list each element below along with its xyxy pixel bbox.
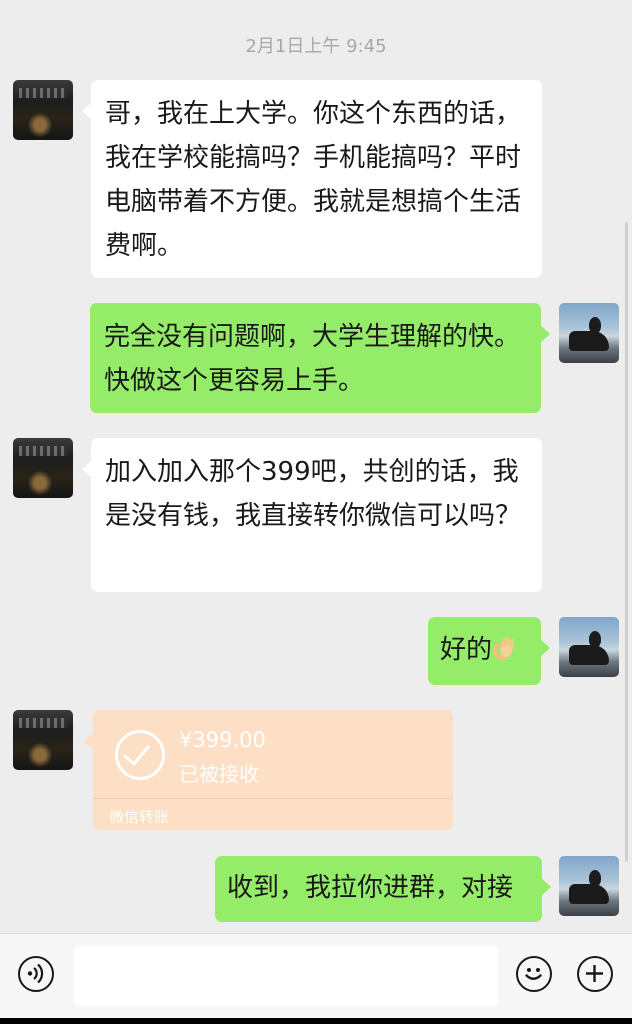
contact-avatar[interactable] [13,438,73,498]
my-avatar[interactable] [559,856,619,916]
my-avatar[interactable] [559,617,619,677]
my-avatar[interactable] [559,303,619,363]
contact-avatar[interactable] [13,80,73,140]
message-bubble-outgoing[interactable]: 收到，我拉你进群，对接 [215,856,551,922]
transfer-status: 已被接收 [179,762,259,786]
message-text: 哥，我在上大学。你这个东西的话，我在学校能搞吗？手机能搞吗？平时电脑带着不方便。… [105,99,522,261]
message-text: 完全没有问题啊，大学生理解的快。快做这个更容易上手。 [104,322,521,396]
message-text: 收到，我拉你进群，对接 [227,873,514,903]
emoji-button[interactable] [516,956,552,992]
chat-area[interactable]: 2月1日上午 9:45 哥，我在上大学。你这个东西的话，我在学校能搞吗？手机能搞… [0,0,632,933]
message-bubble-outgoing[interactable]: 好的 [428,617,550,685]
transfer-card[interactable]: ¥399.00 已被接收 微信转账 [84,710,453,830]
plus-icon [586,965,603,982]
transfer-source: 微信转账 [109,808,170,826]
message-input[interactable] [74,946,498,1006]
input-toolbar [0,933,632,1018]
message-text: 好的 [440,635,493,665]
scrollbar[interactable] [625,222,628,862]
ok-hand-emoji-icon [492,631,516,660]
transfer-divider [93,798,453,799]
message-text: 加入加入那个399吧，共创的话，我是没有钱，我直接转你微信可以吗？ [105,457,522,531]
message-timestamp: 2月1日上午 9:45 [245,36,387,57]
transfer-amount: ¥399.00 [179,728,266,752]
check-circle-icon [115,730,165,780]
voice-button[interactable] [18,956,54,992]
voice-icon [27,963,44,984]
plus-button[interactable] [577,956,613,992]
message-bubble-incoming[interactable]: 加入加入那个399吧，共创的话，我是没有钱，我直接转你微信可以吗？ [82,438,542,592]
message-bubble-outgoing[interactable]: 完全没有问题啊，大学生理解的快。快做这个更容易上手。 [90,303,550,413]
message-bubble-incoming[interactable]: 哥，我在上大学。你这个东西的话，我在学校能搞吗？手机能搞吗？平时电脑带着不方便。… [82,80,542,278]
contact-avatar[interactable] [13,710,73,770]
system-nav-bar [0,1018,632,1024]
emoji-icon [525,968,542,980]
